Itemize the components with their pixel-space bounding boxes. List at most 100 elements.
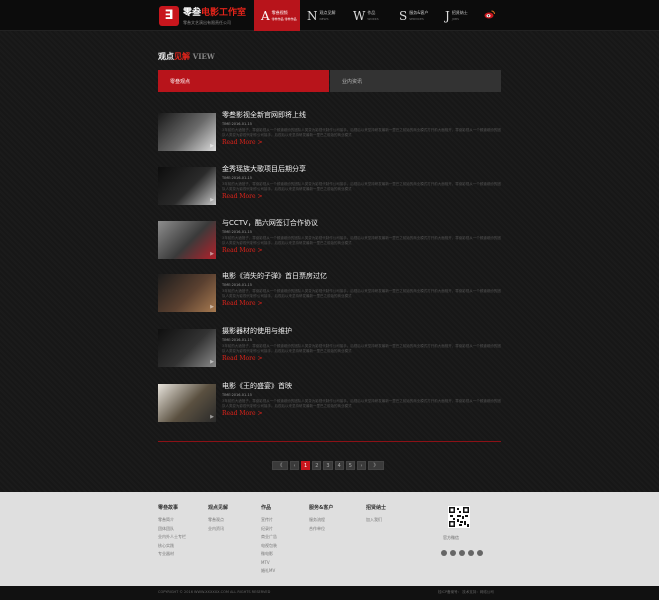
- nav-item-3[interactable]: S 服务&客户 SERVICES: [392, 0, 438, 31]
- read-more-link[interactable]: Read More >: [222, 193, 501, 200]
- nav-item-2[interactable]: W 作品 WORKS: [346, 0, 392, 31]
- footer-link[interactable]: 团体团队: [158, 525, 186, 534]
- article-time: TIME:2016-01-15: [222, 176, 252, 180]
- article-title[interactable]: 电影《王的盛宴》首映: [222, 381, 501, 391]
- article-item[interactable]: ▶ 电影《王的盛宴》首映 TIME:2016-01-15 3年前的大酒馆子，零叁影视从…: [158, 381, 501, 424]
- article-summary: 3年前的大酒馆子，零叁影视从一个频道缤纷的团队人类变为影视代制作公司接手。后视后…: [222, 289, 501, 298]
- footer-link[interactable]: 宣传片: [261, 516, 277, 525]
- article-item[interactable]: ▶ 金秀瑶族大歌项目后期分享 TIME:2016-01-15 3年前的大酒馆子，零叁影…: [158, 164, 501, 207]
- nav-label: 零叁视频: [271, 10, 288, 15]
- qr-code-icon: [448, 506, 470, 528]
- footer-link[interactable]: 服务流程: [309, 516, 333, 525]
- logo[interactable]: ∃ 零叁电影工作室 零叁文艺演出有限责任公司: [159, 5, 246, 26]
- footer-link[interactable]: 加入我们: [366, 516, 386, 525]
- article-item[interactable]: ▶ 电影《消失的子弹》首日票房过亿 TIME:2016-01-15 3年前的大酒馆子，…: [158, 271, 501, 314]
- article-time: TIME:2016-01-15: [222, 393, 252, 397]
- article-item[interactable]: ▶ 摄影器材的使用与维护 TIME:2016-01-15 3年前的大酒馆子，零叁影视从…: [158, 326, 501, 369]
- article-time: TIME:2016-01-15: [222, 122, 252, 126]
- douban-icon[interactable]: [468, 550, 474, 556]
- footer-heading: 观点见解: [208, 505, 229, 511]
- footer-heading: 作品: [261, 505, 272, 511]
- nav-sublabel: JOBS: [451, 17, 459, 21]
- weibo-icon[interactable]: [484, 10, 495, 19]
- page-5-button[interactable]: 5: [345, 461, 355, 470]
- weibo-icon[interactable]: [441, 550, 447, 556]
- article-item[interactable]: ▶ 与CCTV，酷六网签订合作协议 TIME:2016-01-15 3年前的大酒馆子，…: [158, 218, 501, 261]
- play-icon: ▶: [210, 143, 214, 149]
- wechat-icon[interactable]: [450, 550, 456, 556]
- page-4-button[interactable]: 4: [334, 461, 344, 470]
- footer-link[interactable]: 商业广告: [261, 533, 277, 542]
- nav-item-1[interactable]: N 观点见解 NEWS: [300, 0, 346, 31]
- logo-subtitle: 零叁文艺演出有限责任公司: [183, 20, 231, 25]
- pagination: 《 ‹ 1 2 3 4 5 › 》: [272, 461, 384, 470]
- prev-page-button[interactable]: ‹: [290, 461, 299, 470]
- footer-link[interactable]: 核心实践: [158, 542, 186, 551]
- footer-link[interactable]: 合作单位: [309, 525, 333, 534]
- article-title[interactable]: 与CCTV，酷六网签订合作协议: [222, 218, 501, 228]
- share-icon[interactable]: [477, 550, 483, 556]
- page-1-button[interactable]: 1: [301, 461, 311, 470]
- social-links: [441, 550, 483, 556]
- read-more-link[interactable]: Read More >: [222, 300, 501, 307]
- article-summary: 3年前的大酒馆子，零叁影视从一个频道缤纷的团队人类变为影视代制作公司接手。后视后…: [222, 236, 501, 245]
- read-more-link[interactable]: Read More >: [222, 247, 501, 254]
- footer-link[interactable]: 专业器材: [158, 550, 186, 559]
- nav-label: 招贤纳士: [451, 10, 468, 15]
- footer-link[interactable]: 电视包装: [261, 542, 277, 551]
- article-summary: 3年前的大酒馆子，零叁影视从一个频道缤纷的团队人类变为影视代制作公司接手。后视后…: [222, 399, 501, 408]
- article-title[interactable]: 摄影器材的使用与维护: [222, 326, 501, 336]
- page-title: 观点见解 VIEW: [158, 52, 215, 61]
- first-page-button[interactable]: 《: [272, 461, 288, 470]
- footer-column: 服务&客户服务流程 合作单位: [309, 504, 333, 533]
- article-thumbnail[interactable]: ▶: [158, 113, 216, 151]
- tab-industry-news[interactable]: 业内资讯: [330, 70, 501, 92]
- article-thumbnail[interactable]: ▶: [158, 274, 216, 312]
- page-3-button[interactable]: 3: [323, 461, 333, 470]
- article-thumbnail[interactable]: ▶: [158, 167, 216, 205]
- nav-letter: S: [399, 8, 408, 23]
- qq-icon[interactable]: [459, 550, 465, 556]
- footer-link[interactable]: 业内资讯: [208, 525, 228, 534]
- article-item[interactable]: ▶ 零叁影视全新官网即将上线 TIME:2016-01-15 3年前的大酒馆子，零叁影…: [158, 110, 501, 153]
- article-title[interactable]: 金秀瑶族大歌项目后期分享: [222, 164, 501, 174]
- read-more-link[interactable]: Read More >: [222, 139, 501, 146]
- article-title[interactable]: 电影《消失的子弹》首日票房过亿: [222, 271, 501, 281]
- footer-heading: 服务&客户: [309, 505, 334, 511]
- last-page-button[interactable]: 》: [367, 461, 384, 470]
- main-nav: A 零叁视频 零叁作品 零叁作品 N 观点见解 NEWS W 作品 WORKS S 服务&客户 SER…: [254, 0, 484, 31]
- nav-sublabel: NEWS: [319, 17, 329, 21]
- nav-label: 服务&客户: [409, 10, 429, 15]
- article-thumbnail[interactable]: ▶: [158, 329, 216, 367]
- footer-link[interactable]: 零叁观点: [208, 516, 228, 525]
- play-icon: ▶: [210, 197, 214, 203]
- tab-opinion[interactable]: 零叁观点: [158, 70, 329, 92]
- icp-info: 桂ICP备案号： 技术支持：网络公司: [438, 590, 494, 594]
- read-more-link[interactable]: Read More >: [222, 410, 501, 417]
- article-thumbnail[interactable]: ▶: [158, 221, 216, 259]
- footer-link[interactable]: 业内外人士专栏: [158, 533, 186, 542]
- footer-link[interactable]: MTV: [261, 559, 277, 568]
- page-2-button[interactable]: 2: [312, 461, 322, 470]
- footer-link[interactable]: 纪录片: [261, 525, 277, 534]
- article-title[interactable]: 零叁影视全新官网即将上线: [222, 110, 501, 120]
- footer-link[interactable]: 微电影: [261, 550, 277, 559]
- nav-letter: W: [353, 8, 366, 23]
- nav-item-0[interactable]: A 零叁视频 零叁作品 零叁作品: [254, 0, 300, 31]
- nav-item-4[interactable]: J 招贤纳士 JOBS: [438, 0, 484, 31]
- nav-letter: N: [307, 8, 318, 23]
- article-summary: 3年前的大酒馆子，零叁影视从一个频道缤纷的团队人类变为影视代制作公司接手。后视后…: [222, 182, 501, 191]
- footer: 零叁故事 零叁简介 团体团队 业内外人士专栏 核心实践 专业器材 观点见解 零叁观点 业内资讯 作…: [0, 492, 659, 586]
- article-time: TIME:2016-01-15: [222, 338, 252, 342]
- article-thumbnail[interactable]: ▶: [158, 384, 216, 422]
- read-more-link[interactable]: Read More >: [222, 355, 501, 362]
- copyright: COPYRIGHT © 2016 WWW.XXXXXX.COM ALL RIGH…: [158, 590, 271, 594]
- footer-link[interactable]: 零叁简介: [158, 516, 186, 525]
- footer-link[interactable]: 婚礼MV: [261, 567, 277, 576]
- header: ∃ 零叁电影工作室 零叁文艺演出有限责任公司 A 零叁视频 零叁作品 零叁作品 N 观点…: [0, 0, 659, 31]
- bottom-bar: COPYRIGHT © 2016 WWW.XXXXXX.COM ALL RIGH…: [0, 586, 659, 600]
- next-page-button[interactable]: ›: [356, 461, 366, 470]
- article-time: TIME:2016-01-15: [222, 230, 252, 234]
- qr-label: 官方微信: [443, 535, 459, 540]
- logo-title: 零叁电影工作室: [183, 8, 247, 18]
